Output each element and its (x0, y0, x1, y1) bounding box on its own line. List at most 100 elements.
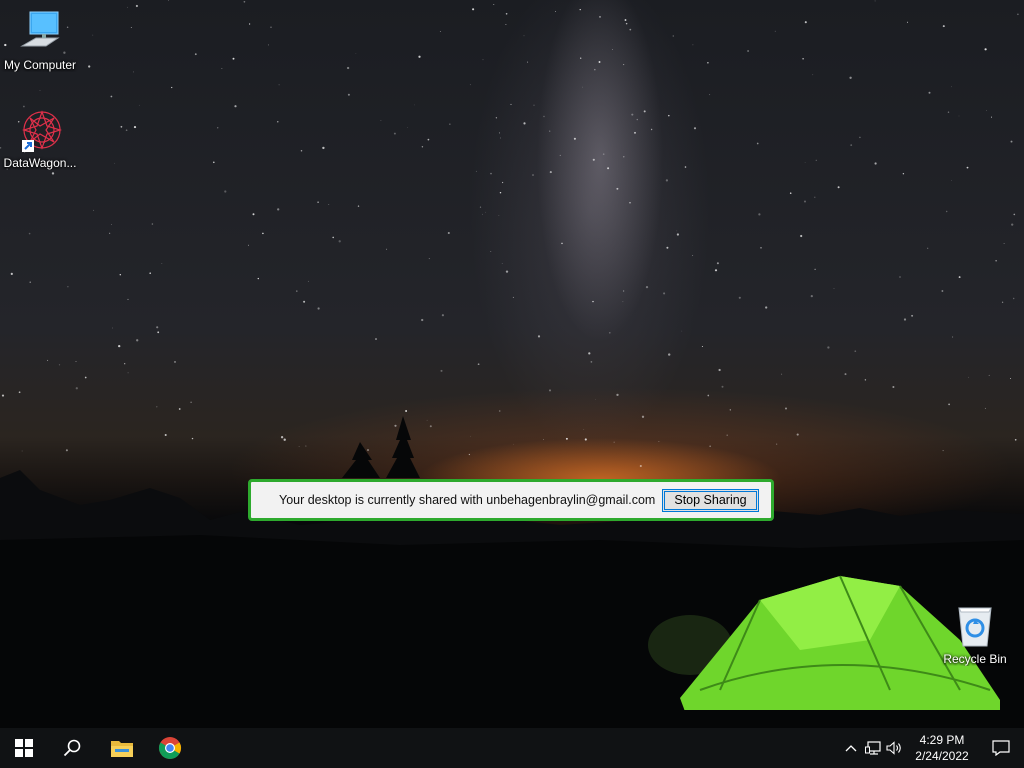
star (756, 142, 759, 145)
star (135, 4, 138, 8)
star (477, 363, 480, 366)
star (501, 181, 504, 184)
star (639, 464, 642, 468)
star (296, 290, 298, 292)
star (672, 35, 674, 37)
action-center-button[interactable] (978, 728, 1024, 768)
chrome-button[interactable] (146, 728, 194, 768)
star (595, 398, 596, 400)
star (367, 449, 369, 451)
star (217, 127, 219, 129)
star (429, 425, 432, 428)
recycle-bin-icon (951, 602, 999, 650)
network-button[interactable] (862, 728, 884, 768)
search-button[interactable] (48, 728, 96, 768)
star (10, 272, 13, 276)
star (164, 433, 167, 437)
star (641, 415, 645, 418)
star (693, 127, 697, 130)
star (543, 439, 544, 441)
star (582, 86, 584, 88)
star (613, 441, 615, 443)
star (499, 191, 502, 194)
star (505, 12, 508, 15)
desktop-icon-my-computer[interactable]: My Computer (0, 8, 80, 72)
star (579, 8, 581, 11)
datawagon-icon (16, 106, 64, 154)
star (338, 240, 341, 243)
show-hidden-icons-button[interactable] (840, 728, 862, 768)
star (114, 162, 116, 164)
star (781, 373, 783, 375)
star (248, 23, 251, 25)
star (156, 326, 159, 329)
start-button[interactable] (0, 728, 48, 768)
star (234, 105, 237, 108)
star (527, 61, 529, 63)
star (482, 213, 484, 215)
taskbar-clock[interactable]: 4:29 PM 2/24/2022 (906, 732, 978, 764)
star (1011, 223, 1014, 226)
star (549, 130, 551, 132)
star (493, 3, 495, 5)
star (328, 204, 330, 205)
star (892, 385, 895, 389)
star (837, 186, 840, 189)
star (623, 156, 625, 158)
pine-tree (386, 416, 420, 478)
star (347, 93, 350, 96)
star (747, 50, 750, 52)
star (991, 116, 992, 118)
star (709, 445, 711, 447)
star (666, 246, 669, 249)
star (849, 76, 852, 79)
star (590, 361, 593, 363)
star (252, 213, 255, 216)
stop-sharing-button[interactable]: Stop Sharing (662, 488, 759, 512)
star (988, 374, 990, 376)
star (785, 407, 787, 410)
star (616, 393, 619, 397)
star (911, 314, 914, 317)
star (573, 137, 576, 140)
star (532, 174, 534, 176)
star (864, 379, 867, 381)
star (616, 187, 619, 190)
star (1014, 438, 1017, 441)
star (407, 127, 408, 128)
star (21, 450, 23, 452)
star (278, 84, 280, 86)
file-explorer-button[interactable] (98, 728, 146, 768)
volume-button[interactable] (884, 728, 906, 768)
desktop-icon-label: Recycle Bin (943, 652, 1007, 666)
star (93, 209, 95, 211)
star (548, 389, 552, 392)
star (51, 172, 55, 175)
desktop-icon-recycle-bin[interactable]: Recycle Bin (935, 602, 1015, 666)
star (1010, 140, 1013, 143)
system-tray: 4:29 PM 2/24/2022 (840, 728, 1024, 768)
star (322, 146, 325, 150)
star (684, 166, 687, 168)
star (133, 126, 137, 129)
star (968, 376, 970, 378)
star (393, 132, 396, 135)
star (721, 385, 724, 388)
star (221, 68, 223, 69)
star (118, 344, 121, 348)
star (995, 260, 997, 262)
star (133, 71, 134, 73)
chrome-icon (159, 737, 181, 759)
desktop-wallpaper (0, 0, 1024, 728)
star (776, 443, 778, 445)
star (119, 274, 122, 276)
star (1013, 213, 1016, 216)
star (580, 57, 582, 59)
star (394, 424, 397, 427)
star (555, 11, 557, 12)
star (112, 327, 113, 329)
star (907, 21, 908, 23)
star (629, 202, 631, 204)
star (92, 34, 94, 36)
desktop-icon-datawagon[interactable]: DataWagon... (0, 106, 80, 170)
